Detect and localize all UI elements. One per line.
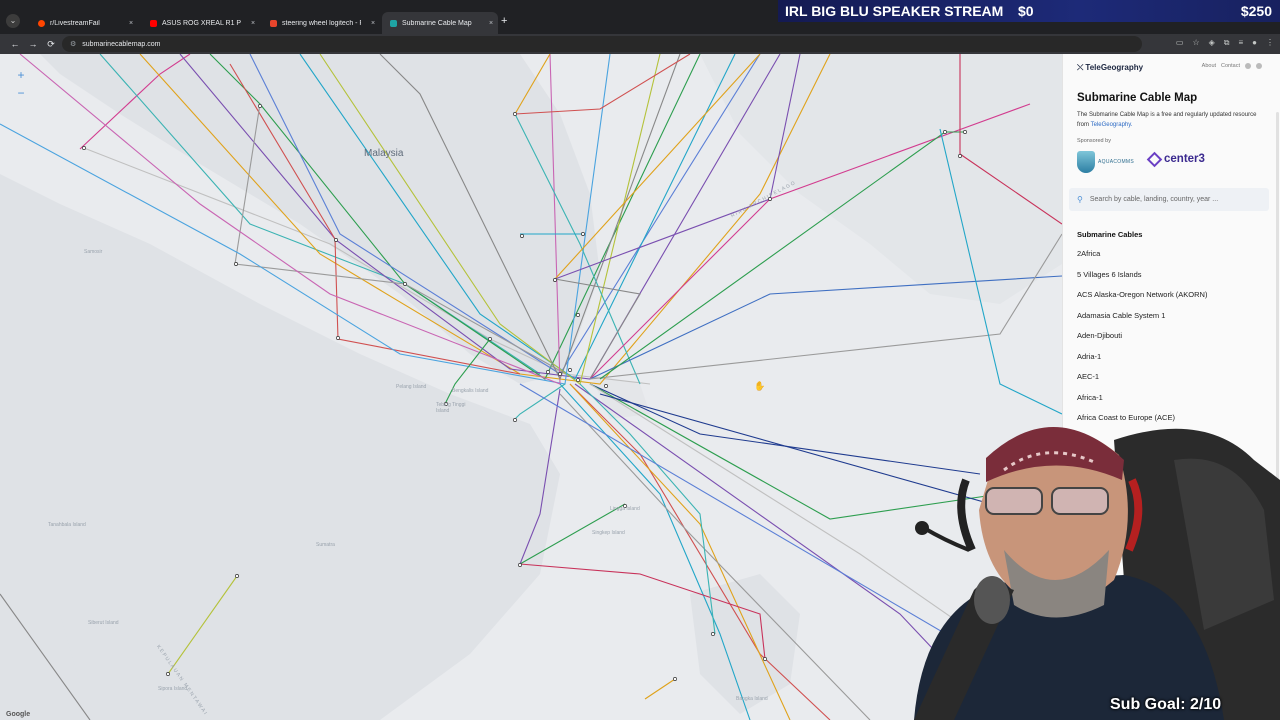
map-label-bengkalis: Bengkalis Island xyxy=(452,388,489,394)
search-input[interactable]: ⚲ Search by cable, landing, country, yea… xyxy=(1069,188,1269,211)
tab-label: steering wheel logitech - Price xyxy=(282,19,361,27)
cable-list-heading: Submarine Cables xyxy=(1077,230,1143,239)
tab-close-icon[interactable]: × xyxy=(366,20,380,27)
cable-list-item[interactable]: Aden-Djibouti xyxy=(1077,330,1267,351)
map-attribution[interactable]: Google xyxy=(6,711,30,718)
profile-avatar-icon[interactable]: ● xyxy=(1252,38,1257,48)
grab-cursor-icon: ✋ xyxy=(754,381,766,391)
tab-livestreamfail[interactable]: r/LivestreamFail × xyxy=(30,12,138,34)
map-label-singkep: Singkep Island xyxy=(592,530,625,536)
cable-list-item[interactable]: AEC-1 xyxy=(1077,371,1267,392)
telegeography-favicon-icon xyxy=(390,19,397,27)
tab-close-icon[interactable]: × xyxy=(484,20,498,27)
cable-list-item[interactable]: 5 Villages 6 Islands xyxy=(1077,269,1267,290)
tab-label: Submarine Cable Map xyxy=(402,19,472,27)
cast-icon[interactable]: ▭ xyxy=(1176,38,1184,48)
forward-icon[interactable]: → xyxy=(24,39,42,49)
map-label-tanahbala: Tanahbala Island xyxy=(48,522,86,528)
map-label-bangka: Bangka Island xyxy=(736,696,768,702)
center3-name: center3 xyxy=(1164,153,1205,165)
screen: ⌄ r/LivestreamFail × ASUS ROG XREAL R1 P… xyxy=(0,0,1280,720)
shop-favicon-icon xyxy=(270,19,277,27)
zoom-controls: + − xyxy=(14,66,28,102)
stream-goal-amount: $250 xyxy=(1240,3,1272,19)
webcam-overlay xyxy=(874,400,1280,720)
media-icon[interactable]: ≡ xyxy=(1238,38,1243,48)
tab-asus-rog[interactable]: ASUS ROG XREAL R1 Preview - × xyxy=(142,12,260,34)
brand-name: TeleGeography xyxy=(1085,63,1144,72)
tab-label: r/LivestreamFail xyxy=(50,19,100,27)
about-link[interactable]: About xyxy=(1202,63,1216,69)
page-title: Submarine Cable Map xyxy=(1077,92,1198,104)
sub-goal-counter: Sub Goal: 2/10 xyxy=(1110,696,1222,713)
stream-current-amount: $0 xyxy=(1018,3,1034,19)
cable-list-item[interactable]: Adamasia Cable System 1 xyxy=(1077,310,1267,331)
stream-title: IRL BIG BLU SPEAKER STREAM xyxy=(785,3,1004,19)
search-placeholder: Search by cable, landing, country, year … xyxy=(1089,196,1219,203)
map-label-samosir: Samosir xyxy=(84,249,103,255)
zoom-out-button[interactable]: − xyxy=(14,84,28,102)
cable-list-item[interactable]: Adria-1 xyxy=(1077,351,1267,372)
center3-mark-icon xyxy=(1146,151,1163,167)
map-label-malaysia: Malaysia xyxy=(364,148,404,159)
aquacomms-mark-icon xyxy=(1077,151,1095,173)
contact-link[interactable]: Contact xyxy=(1221,63,1240,69)
extensions-puzzle-icon[interactable]: ⧉ xyxy=(1224,38,1230,48)
tab-close-icon[interactable]: × xyxy=(124,20,138,27)
toolbar-icons: ▭ ☆ ◈ ⧉ ≡ ● ⋮ xyxy=(1176,38,1274,48)
search-icon: ⚲ xyxy=(1077,195,1083,204)
center3-logo[interactable]: center3 xyxy=(1146,151,1205,167)
back-icon[interactable]: ← xyxy=(6,39,24,49)
tab-close-icon[interactable]: × xyxy=(246,20,260,27)
url-text: submarinecablemap.com xyxy=(82,40,161,48)
map-label-pulau-pelang: Pelang Island xyxy=(396,384,427,390)
map-label-siberut: Siberut Island xyxy=(88,620,119,626)
bookmark-star-icon[interactable]: ☆ xyxy=(1192,38,1199,48)
site-info-icon[interactable]: ⚙ xyxy=(70,40,76,48)
aquacomms-logo[interactable]: AQUACOMMS xyxy=(1077,151,1134,173)
new-tab-button[interactable]: + xyxy=(501,14,507,28)
borneo-land xyxy=(700,54,1062,304)
page-description: The Submarine Cable Map is a free and re… xyxy=(1077,111,1267,130)
sponsored-label: Sponsored by xyxy=(1077,138,1111,144)
tab-submarine-cable-map[interactable]: Submarine Cable Map × xyxy=(382,12,498,34)
tab-search-icon[interactable]: ⌄ xyxy=(6,14,20,28)
cable-list-item[interactable]: ACS Alaska-Oregon Network (AKORN) xyxy=(1077,289,1267,310)
zoom-in-button[interactable]: + xyxy=(14,66,28,84)
youtube-icon[interactable] xyxy=(1245,63,1251,69)
telegeography-mark-icon: ⤬ xyxy=(1077,63,1084,72)
extension-shield-icon[interactable]: ◈ xyxy=(1209,38,1215,48)
aquacomms-name: AQUACOMMS xyxy=(1098,159,1135,165)
stream-goal-banner: IRL BIG BLU SPEAKER STREAM $0 $250 xyxy=(778,0,1280,22)
bangka-land xyxy=(690,574,800,714)
reload-icon[interactable]: ⟳ xyxy=(42,39,60,50)
reddit-favicon-icon xyxy=(38,19,45,27)
menu-kebab-icon[interactable]: ⋮ xyxy=(1266,38,1274,48)
map-label-tebing: Tebing Tinggi Island xyxy=(436,402,466,414)
address-bar[interactable]: ⚙ submarinecablemap.com xyxy=(62,36,1142,52)
top-links: About Contact xyxy=(1202,63,1262,69)
telegeography-link[interactable]: TeleGeography. xyxy=(1091,122,1133,128)
streamer-webcam-image xyxy=(914,426,1280,720)
youtube-favicon-icon xyxy=(150,19,157,27)
tab-steering-wheel[interactable]: steering wheel logitech - Price × xyxy=(262,12,380,34)
facebook-icon[interactable] xyxy=(1256,63,1262,69)
cable-list-item[interactable]: 2Africa xyxy=(1077,248,1267,269)
map-label-lingga: Lingga Island xyxy=(610,506,640,512)
tab-label: ASUS ROG XREAL R1 Preview - xyxy=(162,19,241,27)
browser-toolbar: ← → ⟳ ⚙ submarinecablemap.com ▭ ☆ ◈ ⧉ ≡ … xyxy=(0,34,1280,54)
telegeography-logo[interactable]: ⤬ TeleGeography xyxy=(1077,63,1143,73)
map-label-sumatra: Sumatra xyxy=(316,542,335,548)
